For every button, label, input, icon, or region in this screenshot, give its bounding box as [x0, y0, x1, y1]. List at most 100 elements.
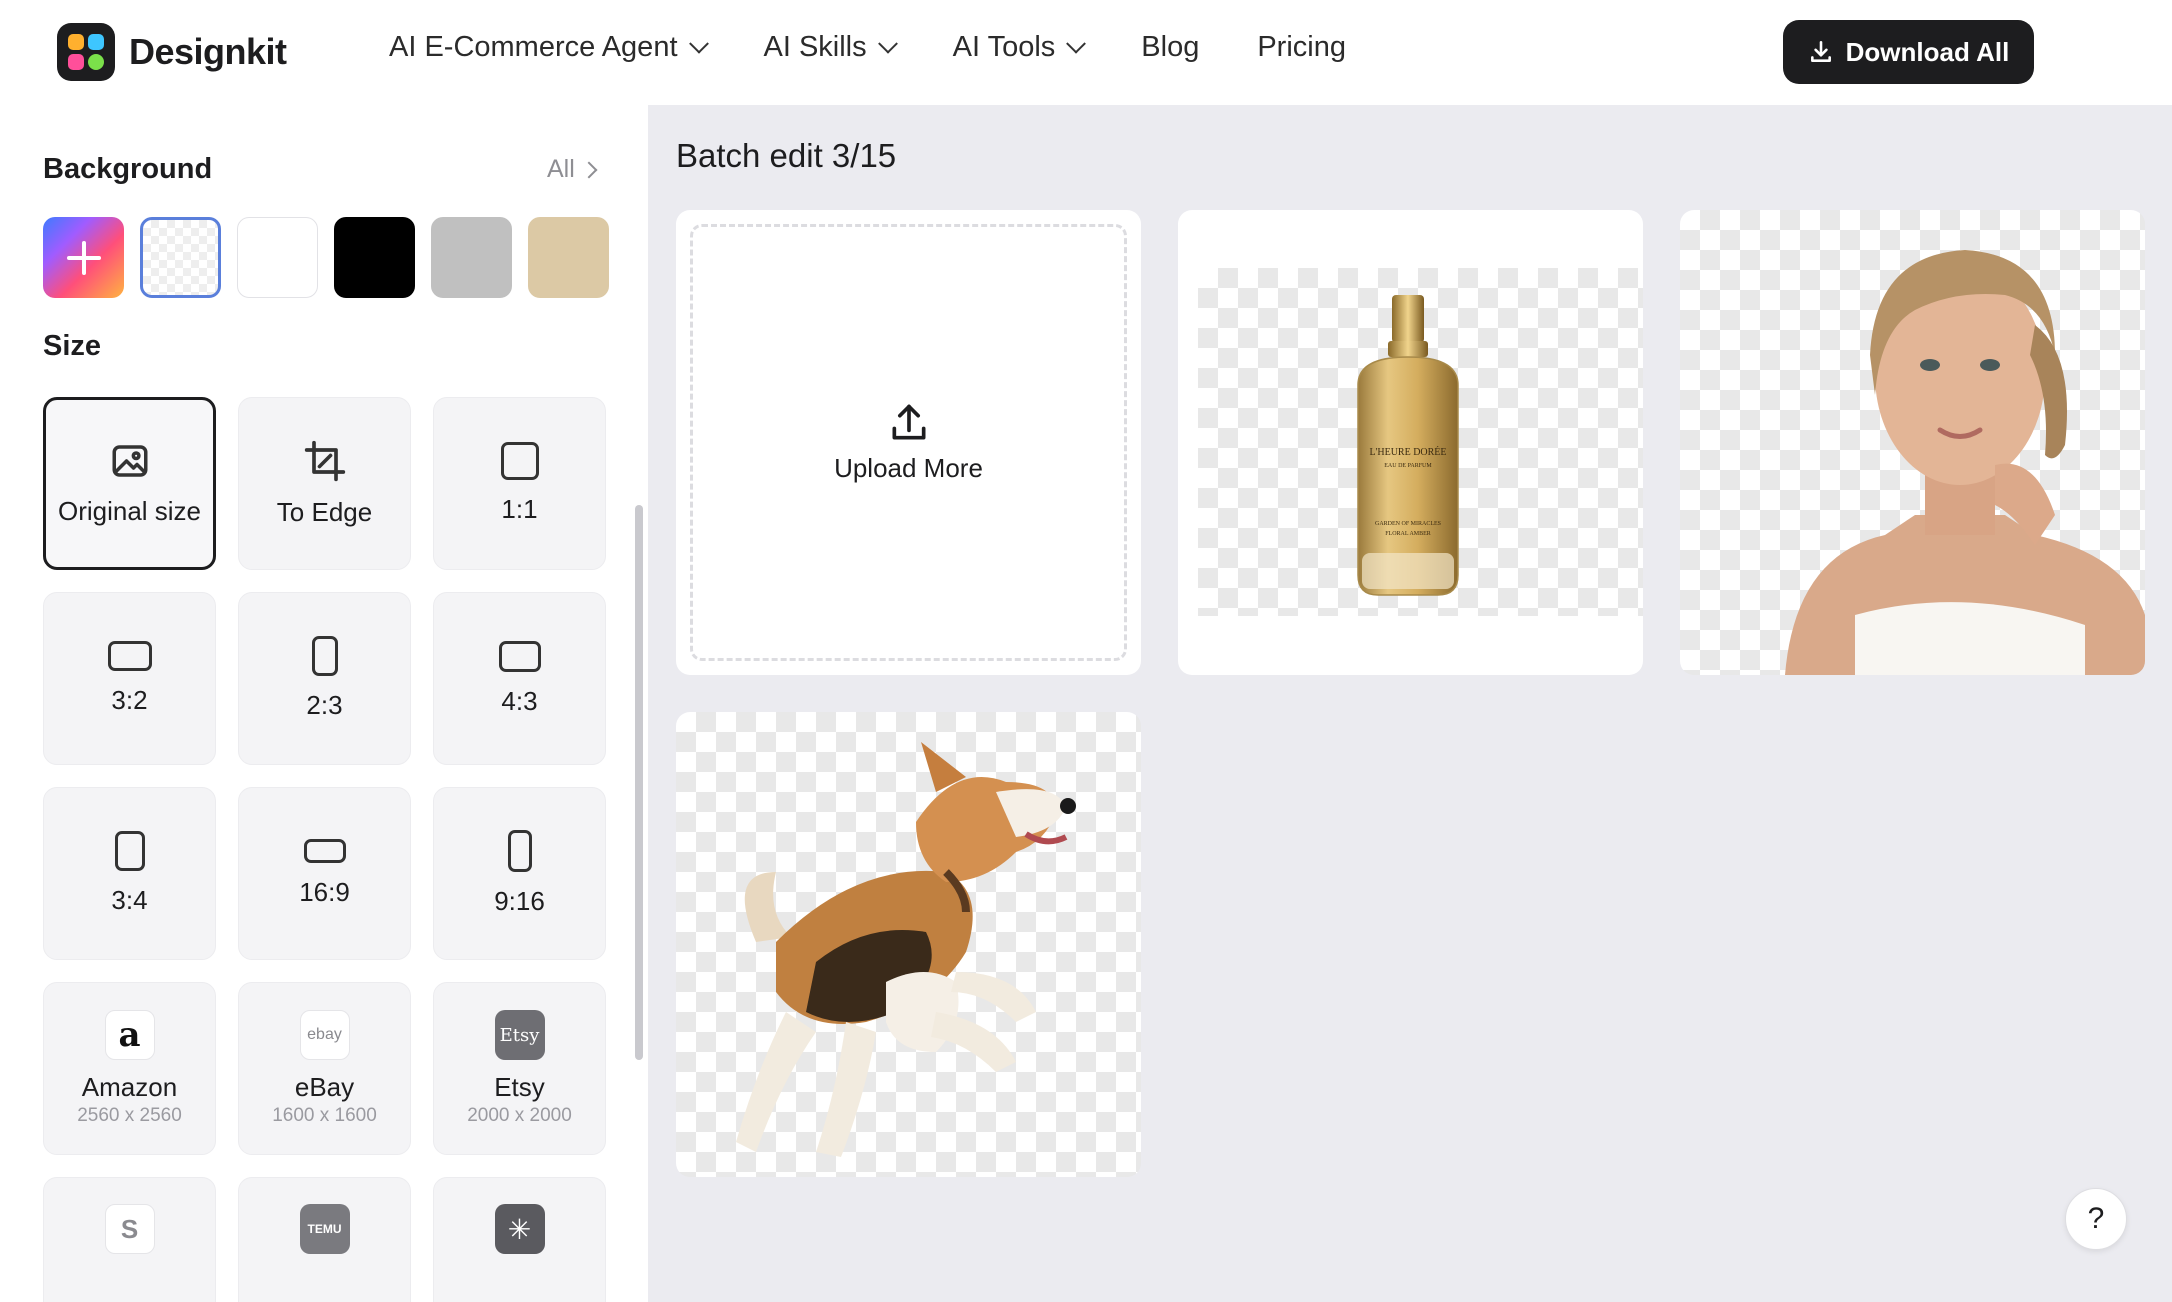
bottle-line2-text: FLORAL AMBER — [1385, 531, 1431, 537]
ratio-3-4-icon — [114, 831, 145, 871]
top-header: Designkit AI E-Commerce Agent AI Skills … — [0, 0, 2172, 105]
nav-label: Pricing — [1257, 31, 1346, 63]
swatch-gray[interactable] — [431, 217, 512, 298]
ebay-icon: ebay — [299, 1010, 350, 1060]
jumping-dog-image — [736, 742, 1076, 1157]
add-background-button[interactable] — [43, 217, 124, 298]
perfume-bottle-image: L'HEURE DORÉE EAU DE PARFUM GARDEN OF MI… — [1357, 295, 1459, 596]
size-9-16[interactable]: 9:16 — [433, 787, 606, 960]
upload-more-tile[interactable]: Upload More — [676, 210, 1141, 675]
size-dimensions: 2000 x 2000 — [467, 1105, 572, 1126]
size-3-2[interactable]: 3:2 — [43, 592, 216, 765]
size-label: 2:3 — [306, 690, 343, 720]
ratio-3-2-icon — [107, 641, 152, 671]
size-options: Original size To Edge 1:1 3:2 2:3 4:3 3:… — [43, 397, 606, 1302]
download-icon — [1810, 40, 1831, 62]
size-2-3[interactable]: 2:3 — [238, 592, 411, 765]
image-icon — [112, 445, 147, 477]
bottle-brand-text: L'HEURE DORÉE — [1369, 446, 1446, 458]
size-shopify[interactable]: S — [43, 1177, 216, 1302]
swatch-white[interactable] — [237, 217, 318, 298]
crop-icon — [304, 440, 345, 482]
size-original[interactable]: Original size — [43, 397, 216, 570]
shopify-icon: S — [104, 1204, 155, 1254]
size-16-9[interactable]: 16:9 — [238, 787, 411, 960]
help-label: ? — [2087, 1202, 2105, 1235]
image-tile-perfume[interactable]: L'HEURE DORÉE EAU DE PARFUM GARDEN OF MI… — [1178, 210, 1643, 675]
background-all-link[interactable]: All — [547, 155, 598, 184]
logo[interactable]: Designkit — [57, 23, 287, 81]
size-temu[interactable]: TEMU — [238, 1177, 411, 1302]
download-all-label: Download All — [1845, 36, 2010, 67]
size-label: 1:1 — [501, 494, 538, 524]
etsy-icon: Etsy — [494, 1010, 545, 1060]
size-label: Etsy — [494, 1072, 545, 1102]
etsy-glyph: Etsy — [499, 1024, 540, 1046]
chevron-down-icon — [688, 33, 709, 54]
app-name: Designkit — [129, 31, 287, 72]
size-label: 16:9 — [299, 877, 350, 907]
ebay-glyph: ebay — [307, 1026, 342, 1043]
amazon-glyph: a — [118, 1015, 141, 1055]
ratio-9-16-icon — [507, 830, 532, 872]
nav-label: AI E-Commerce Agent — [389, 31, 678, 63]
image-tile-portrait[interactable] — [1680, 210, 2145, 675]
nav-label: AI Tools — [952, 31, 1056, 63]
temu-glyph: TEMU — [307, 1222, 342, 1236]
download-all-button[interactable]: Download All — [1783, 20, 2034, 84]
size-3-4[interactable]: 3:4 — [43, 787, 216, 960]
bottle-line1-text: GARDEN OF MIRACLES — [1375, 521, 1441, 527]
nav-pricing[interactable]: Pricing — [1257, 31, 1346, 64]
size-ebay[interactable]: ebay eBay 1600 x 1600 — [238, 982, 411, 1155]
size-to-edge[interactable]: To Edge — [238, 397, 411, 570]
ratio-2-3-icon — [311, 636, 338, 676]
chevron-down-icon — [877, 33, 898, 54]
upload-icon — [892, 404, 925, 440]
size-etsy[interactable]: Etsy Etsy 2000 x 2000 — [433, 982, 606, 1155]
size-walmart[interactable]: ✳ — [433, 1177, 606, 1302]
main-nav: AI E-Commerce Agent AI Skills AI Tools B… — [389, 31, 1404, 64]
size-amazon[interactable]: a Amazon 2560 x 2560 — [43, 982, 216, 1155]
batch-edit-title: Batch edit 3/15 — [676, 137, 897, 174]
size-label: 9:16 — [494, 886, 545, 916]
nav-ai-skills[interactable]: AI Skills — [763, 31, 898, 64]
size-1-1[interactable]: 1:1 — [433, 397, 606, 570]
sidebar-scrollbar[interactable] — [635, 505, 643, 1060]
main-canvas: Batch edit 3/15 Upload More L'HEURE DORÉ… — [648, 105, 2172, 1302]
nav-label: AI Skills — [763, 31, 867, 63]
image-tile-dog[interactable] — [676, 712, 1141, 1177]
nav-blog[interactable]: Blog — [1141, 31, 1199, 64]
ratio-1-1-icon — [500, 442, 539, 480]
sidebar: Background All Size Original size To Edg… — [0, 105, 648, 1302]
swatch-beige[interactable] — [528, 217, 609, 298]
size-label: 4:3 — [501, 685, 538, 716]
size-label: eBay — [294, 1072, 355, 1102]
size-label: Original size — [57, 496, 202, 526]
nav-ai-ecommerce-agent[interactable]: AI E-Commerce Agent — [389, 31, 709, 64]
swatch-black[interactable] — [334, 217, 415, 298]
size-label: Amazon — [81, 1072, 178, 1102]
nav-label: Blog — [1141, 31, 1200, 63]
background-section-title: Background — [43, 153, 213, 185]
nav-ai-tools[interactable]: AI Tools — [952, 31, 1087, 64]
designkit-logo-icon — [57, 23, 115, 81]
size-label: 3:4 — [111, 885, 148, 915]
walmart-icon: ✳ — [494, 1204, 545, 1254]
upload-dropzone[interactable]: Upload More — [690, 224, 1127, 661]
size-dimensions: 1600 x 1600 — [272, 1105, 377, 1126]
size-4-3[interactable]: 4:3 — [433, 592, 606, 765]
all-label: All — [547, 155, 575, 183]
size-section-title: Size — [43, 330, 102, 362]
woman-portrait-image — [1785, 250, 2145, 675]
ratio-4-3-icon — [498, 640, 541, 672]
size-dimensions: 2560 x 2560 — [77, 1105, 182, 1126]
background-swatches — [43, 217, 609, 298]
ratio-16-9-icon — [303, 839, 346, 863]
size-label: 3:2 — [111, 685, 148, 715]
help-button[interactable]: ? — [2065, 1188, 2127, 1250]
walmart-glyph: ✳ — [507, 1213, 532, 1245]
swatch-transparent[interactable] — [140, 217, 221, 298]
temu-icon: TEMU — [299, 1204, 350, 1254]
size-label: To Edge — [276, 497, 373, 527]
amazon-icon: a — [104, 1010, 155, 1060]
